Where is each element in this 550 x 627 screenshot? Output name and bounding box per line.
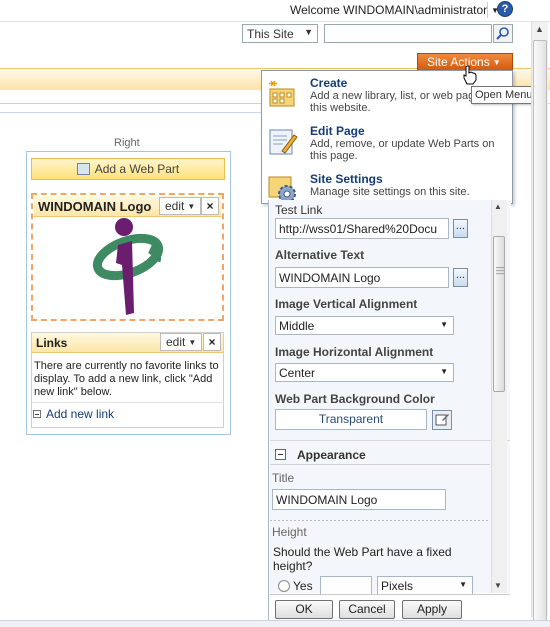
divider xyxy=(31,402,224,403)
divider xyxy=(0,21,550,22)
welcome-menu[interactable]: Welcome WINDOMAIN\administrator ▼ xyxy=(290,3,499,17)
fixed-height-yes-radio[interactable] xyxy=(278,580,290,592)
yes-label: Yes xyxy=(293,579,313,593)
scrollbar-thumb[interactable] xyxy=(493,236,505,392)
height-label: Height xyxy=(272,525,307,539)
welcome-text: Welcome WINDOMAIN\administrator xyxy=(290,3,488,17)
chevron-down-icon: ▼ xyxy=(188,338,197,347)
menu-item-title: Site Settings xyxy=(310,172,383,186)
color-picker-icon xyxy=(435,414,449,426)
divider xyxy=(270,520,490,521)
search-scope-value: This Site xyxy=(247,27,294,41)
browse-button[interactable]: ... xyxy=(453,219,468,238)
divider xyxy=(0,112,262,113)
divider xyxy=(270,440,510,441)
chevron-down-icon: ▼ xyxy=(440,367,448,376)
horizontal-align-select[interactable]: Center ▼ xyxy=(275,363,454,382)
height-units-select[interactable]: Pixels ▼ xyxy=(377,576,473,595)
web-part-title: WINDOMAIN Logo xyxy=(38,199,152,214)
search-icon xyxy=(496,27,509,40)
menu-item-title: Edit Page xyxy=(310,124,365,138)
height-question: Should the Web Part have a fixed height? xyxy=(273,545,452,573)
height-value-input[interactable] xyxy=(320,576,372,595)
add-new-link-label: Add new link xyxy=(46,407,115,421)
grip-icon: — — — xyxy=(496,263,504,278)
empty-links-message: There are currently no favorite links to… xyxy=(34,360,219,398)
scroll-down-icon[interactable]: ▼ xyxy=(494,581,502,590)
menu-item-title: Create xyxy=(310,76,348,90)
vertical-align-value: Middle xyxy=(279,319,315,333)
close-icon[interactable]: × xyxy=(201,197,219,215)
collapse-icon[interactable] xyxy=(275,449,286,460)
cancel-button[interactable]: Cancel xyxy=(339,600,395,619)
edit-page-icon xyxy=(269,129,298,155)
chevron-down-icon: ▼ xyxy=(492,58,501,67)
height-units-value: Pixels xyxy=(381,579,414,593)
vertical-align-label: Image Vertical Alignment xyxy=(275,297,418,311)
appearance-label: Appearance xyxy=(297,448,366,462)
chevron-down-icon: ▼ xyxy=(304,27,313,37)
edit-label: edit xyxy=(166,335,186,349)
vertical-align-select[interactable]: Middle ▼ xyxy=(275,316,454,335)
horizontal-align-value: Center xyxy=(279,366,316,380)
color-picker-button[interactable] xyxy=(432,410,452,430)
bg-color-label: Web Part Background Color xyxy=(275,392,435,406)
site-actions-label: Site Actions xyxy=(427,55,490,69)
web-part-title: Links xyxy=(36,336,68,350)
alt-text-label: Alternative Text xyxy=(275,248,365,262)
browse-button[interactable]: ... xyxy=(453,268,468,287)
search-input[interactable] xyxy=(324,24,492,43)
add-web-part-button[interactable]: Add a Web Part xyxy=(31,158,225,180)
page-scrollbar-thumb[interactable] xyxy=(533,40,547,627)
edit-label: edit xyxy=(165,199,185,213)
chevron-down-icon: ▼ xyxy=(459,580,467,589)
test-link-label: Test Link xyxy=(275,203,323,217)
add-icon xyxy=(33,410,41,418)
create-icon xyxy=(269,80,295,107)
apply-button[interactable]: Apply xyxy=(402,600,462,619)
scroll-up-icon[interactable]: ▲ xyxy=(494,202,502,211)
bg-color-field[interactable]: Transparent xyxy=(275,409,427,430)
menu-item-description: Add, remove, or update Web Parts on this… xyxy=(310,138,495,162)
divider xyxy=(487,2,488,18)
test-link-field[interactable]: http://wss01/Shared%20Docu xyxy=(275,218,449,239)
divider xyxy=(270,464,490,465)
hand-cursor-icon xyxy=(463,65,477,85)
alt-text-field[interactable]: WINDOMAIN Logo xyxy=(275,267,449,288)
ok-button[interactable]: OK xyxy=(275,600,333,619)
help-icon[interactable]: ? xyxy=(497,1,513,17)
menu-item-edit-page[interactable]: Edit Page Add, remove, or update Web Par… xyxy=(262,119,512,163)
horizontal-align-label: Image Horizontal Alignment xyxy=(275,345,434,359)
edit-menu-button[interactable]: edit ▼ xyxy=(160,333,203,351)
title-field[interactable]: WINDOMAIN Logo xyxy=(272,489,446,510)
logo-image xyxy=(92,218,164,315)
close-icon[interactable]: × xyxy=(203,333,221,351)
menu-item-description: Manage site settings on this site. xyxy=(310,186,470,198)
add-new-link[interactable]: Add new link xyxy=(33,407,114,421)
chevron-down-icon: ▼ xyxy=(187,202,196,211)
edit-menu-button[interactable]: edit ▼ xyxy=(159,197,202,215)
chevron-down-icon: ▼ xyxy=(440,320,448,329)
zone-label: Right xyxy=(114,137,140,149)
add-web-part-icon xyxy=(76,163,90,175)
add-web-part-label: Add a Web Part xyxy=(94,162,180,176)
title-label: Title xyxy=(272,471,295,485)
status-strip xyxy=(0,620,550,627)
scroll-up-icon[interactable]: ▲ xyxy=(535,24,544,34)
search-button[interactable] xyxy=(493,24,513,43)
search-scope-select[interactable]: This Site ▼ xyxy=(242,24,318,43)
